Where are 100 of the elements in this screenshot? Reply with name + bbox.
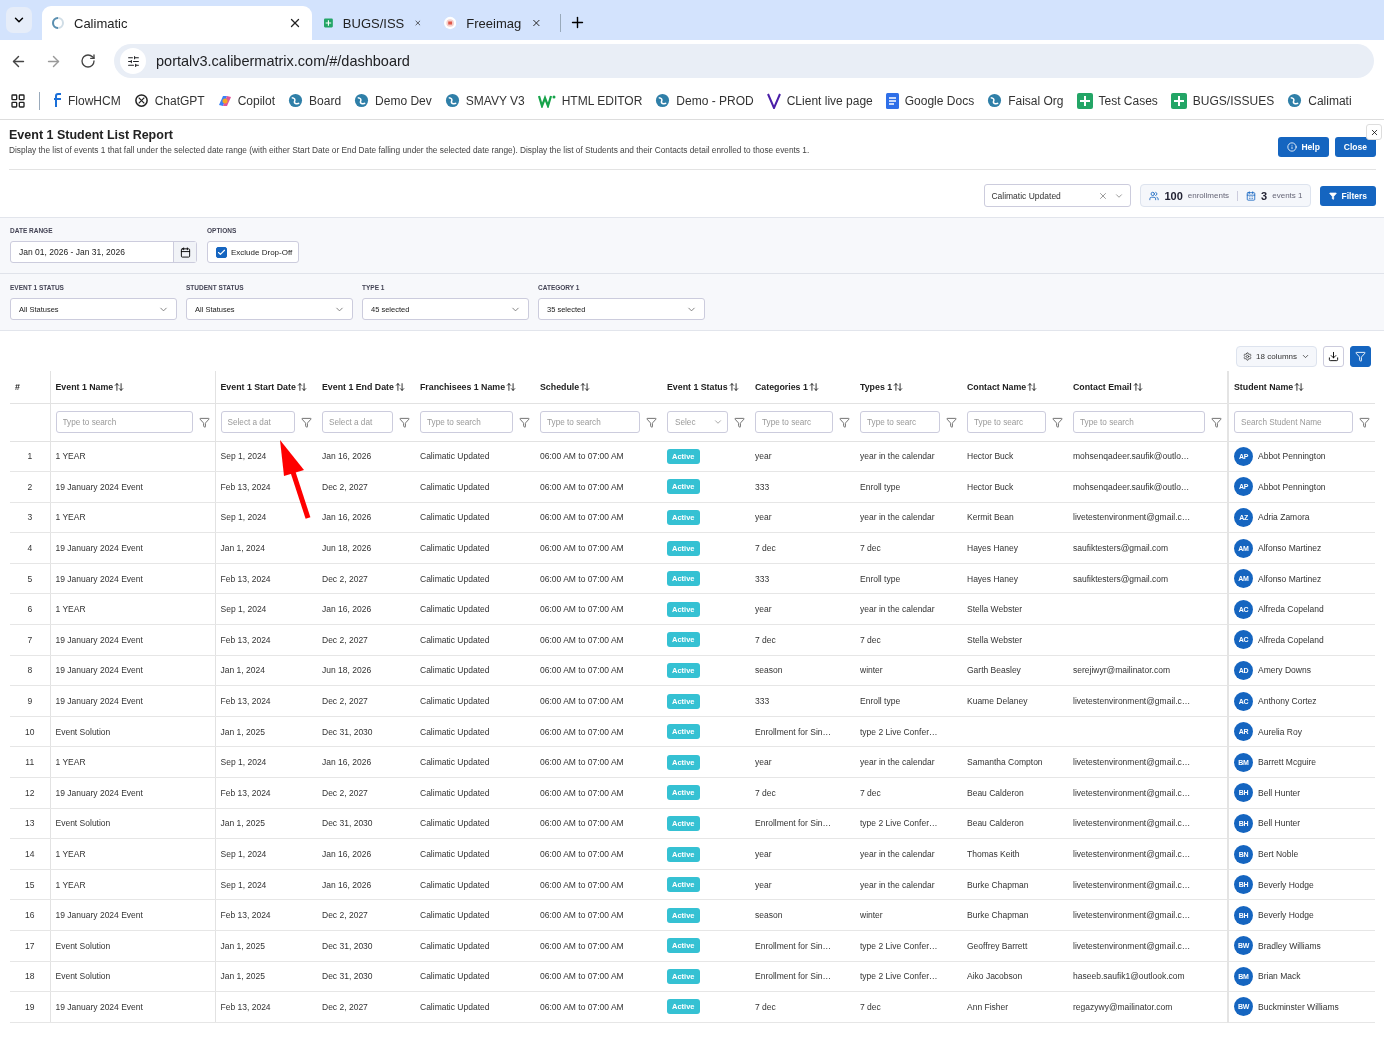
- organization-select[interactable]: Calimatic Updated: [984, 184, 1132, 207]
- browser-tab[interactable]: BUGS/ISS: [314, 6, 432, 40]
- sort-icon[interactable]: [296, 381, 307, 392]
- filter-field[interactable]: Select a dat: [322, 411, 393, 433]
- filter-field[interactable]: Search Student Name: [1234, 411, 1353, 433]
- franchisee-name: Calimatic Updated: [415, 716, 535, 747]
- type: type 2 Live Confer…: [855, 808, 962, 839]
- bookmark[interactable]: Copilot: [217, 93, 276, 108]
- student-name: Alfreda Copeland: [1258, 634, 1324, 645]
- contact-name: Burke Chapman: [962, 869, 1068, 900]
- franchisee-name: Calimatic Updated: [415, 808, 535, 839]
- contact-name: Samantha Compton: [962, 746, 1068, 778]
- sort-icon[interactable]: [1294, 381, 1305, 392]
- student-name: Barrett Mcguire: [1258, 757, 1317, 768]
- columns-button[interactable]: 18 columns: [1236, 346, 1317, 367]
- filter-icon[interactable]: [519, 416, 530, 428]
- close-icon: [1369, 127, 1379, 137]
- bookmark[interactable]: FlowHCM: [53, 93, 121, 108]
- apps-icon[interactable]: [10, 92, 26, 109]
- column-header[interactable]: Categories 1: [755, 381, 819, 392]
- bookmark[interactable]: CLient live page: [766, 92, 873, 109]
- exclude-drop-off-checkbox[interactable]: Exclude Drop-Off: [207, 241, 300, 263]
- bookmark[interactable]: HTML EDITOR: [537, 93, 643, 108]
- filter-button[interactable]: [1350, 346, 1371, 367]
- schedule: 06:00 AM to 07:00 AM: [535, 655, 662, 686]
- column-header[interactable]: Event 1 Name: [55, 381, 125, 392]
- filter-icon[interactable]: [399, 416, 410, 428]
- help-button[interactable]: Help: [1278, 137, 1329, 157]
- filter-field[interactable]: Type to searc: [755, 411, 833, 433]
- clear-icon[interactable]: [1098, 190, 1109, 201]
- filter-field[interactable]: Type to search: [540, 411, 640, 433]
- schedule: 06:00 AM to 07:00 AM: [535, 685, 662, 717]
- filter-icon[interactable]: [1359, 416, 1370, 428]
- browser-tab[interactable]: Freeimag: [434, 6, 552, 40]
- sort-icon[interactable]: [114, 381, 125, 392]
- sort-icon[interactable]: [580, 381, 591, 392]
- filter-icon[interactable]: [839, 416, 850, 428]
- bookmark[interactable]: Faisal Org: [987, 93, 1064, 108]
- filter-icon[interactable]: [301, 416, 312, 428]
- contact-name: Burke Chapman: [962, 899, 1068, 931]
- bookmark[interactable]: Google Docs: [885, 92, 975, 109]
- browser-tab[interactable]: Calimatic: [42, 6, 312, 40]
- sort-icon[interactable]: [1027, 381, 1038, 392]
- new-tab-button[interactable]: [569, 14, 586, 31]
- filter-field[interactable]: Type to searc: [967, 411, 1046, 433]
- column-header[interactable]: Contact Name: [967, 381, 1038, 392]
- filter-icon[interactable]: [1052, 416, 1063, 428]
- address-bar[interactable]: portalv3.calibermatrix.com/#/dashboard: [114, 44, 1374, 78]
- column-header[interactable]: Schedule: [540, 381, 591, 392]
- column-header[interactable]: Contact Email: [1073, 381, 1143, 392]
- close-button[interactable]: Close: [1334, 137, 1376, 157]
- bookmark[interactable]: SMAVY V3: [444, 93, 525, 108]
- download-button[interactable]: [1323, 346, 1344, 367]
- filter-field[interactable]: Select a dat: [220, 411, 295, 433]
- filter-field[interactable]: Type to search: [1073, 411, 1205, 433]
- bookmark[interactable]: Calimati: [1287, 93, 1352, 108]
- calendar-button[interactable]: [173, 242, 196, 262]
- reload-button[interactable]: [80, 53, 96, 69]
- date-range-field[interactable]: Jan 01, 2026 - Jan 31, 2026: [10, 241, 197, 263]
- column-header[interactable]: Event 1 Status: [667, 381, 739, 392]
- filter-icon[interactable]: [198, 416, 210, 428]
- column-header[interactable]: Event 1 Start Date: [220, 381, 307, 392]
- sort-icon[interactable]: [394, 381, 405, 392]
- schedule: 06:00 AM to 07:00 AM: [535, 563, 662, 594]
- filter-field[interactable]: Type to searc: [860, 411, 940, 433]
- filters-button[interactable]: Filters: [1320, 185, 1376, 206]
- category: year: [750, 502, 855, 533]
- close-icon[interactable]: [288, 16, 302, 30]
- bookmark[interactable]: Demo Dev: [354, 93, 432, 108]
- bookmark[interactable]: Board: [288, 93, 342, 108]
- filter-icon[interactable]: [734, 416, 745, 428]
- column-header[interactable]: Types 1: [860, 381, 904, 392]
- close-button[interactable]: [1366, 124, 1382, 140]
- column-header[interactable]: Student Name: [1234, 381, 1305, 392]
- sort-icon[interactable]: [1132, 381, 1143, 392]
- filter-icon[interactable]: [1211, 416, 1222, 428]
- bookmark[interactable]: BUGS/ISSUES: [1170, 92, 1275, 109]
- category: year: [750, 593, 855, 625]
- event-name: 19 January 2024 Event: [50, 685, 215, 717]
- sort-icon[interactable]: [893, 381, 904, 392]
- column-header[interactable]: #: [15, 381, 20, 392]
- contact-email: livetestenvironment@gmail.c…: [1068, 838, 1228, 870]
- sort-icon[interactable]: [506, 381, 517, 392]
- tab-menu-button[interactable]: [6, 7, 32, 33]
- bookmark[interactable]: Demo - PROD: [655, 93, 754, 108]
- schedule: 06:00 AM to 07:00 AM: [535, 838, 662, 870]
- filter-field[interactable]: Type to search: [420, 411, 513, 433]
- column-header[interactable]: Franchisees 1 Name: [420, 381, 517, 392]
- filter-icon[interactable]: [946, 416, 957, 428]
- site-settings-icon[interactable]: [120, 48, 146, 74]
- bookmark[interactable]: ChatGPT: [133, 93, 205, 108]
- sort-icon[interactable]: [808, 381, 819, 392]
- column-header[interactable]: Event 1 End Date: [322, 381, 405, 392]
- bookmark[interactable]: Test Cases: [1076, 92, 1158, 109]
- checkbox[interactable]: [216, 246, 227, 258]
- filter-icon[interactable]: [646, 416, 657, 428]
- filter-field[interactable]: Type to search: [55, 411, 193, 433]
- contact-email: haseeb.saufik1@outlook.com: [1068, 961, 1228, 992]
- sort-icon[interactable]: [728, 381, 739, 392]
- start-date: Sep 1, 2024: [215, 502, 317, 533]
